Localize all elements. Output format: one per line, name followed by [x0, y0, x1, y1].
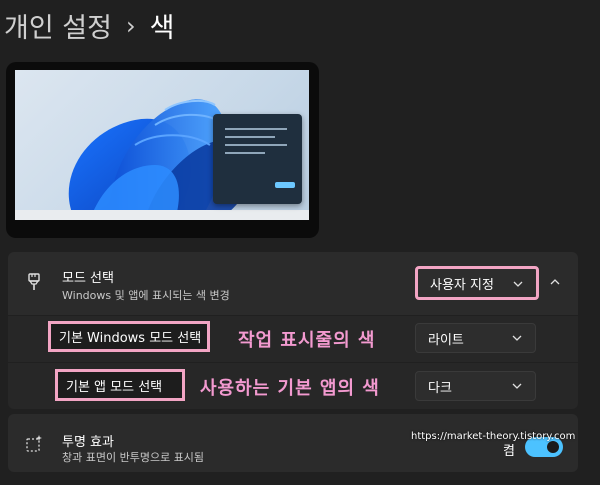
windows-mode-annotation: 작업 표시줄의 색: [238, 330, 376, 351]
chevron-down-icon: [512, 335, 522, 341]
breadcrumb-separator-icon: ›: [125, 11, 136, 40]
transparency-toggle-label: 켬: [503, 444, 515, 459]
mode-select-value: 사용자 지정: [430, 277, 494, 293]
mode-setting-card[interactable]: 모드 선택 Windows 및 앱에 표시되는 색 변경 사용자 지정: [8, 252, 578, 315]
app-mode-label: 기본 앱 모드 선택: [55, 369, 185, 401]
chevron-up-icon[interactable]: [549, 276, 561, 288]
app-mode-select[interactable]: 다크: [415, 371, 536, 401]
preview-window: [213, 114, 302, 204]
toggle-knob: [547, 441, 559, 453]
breadcrumb-parent[interactable]: 개인 설정: [4, 6, 112, 45]
watermark: https://market-theory.tistory.com: [411, 431, 576, 442]
windows-mode-label: 기본 Windows 모드 선택: [48, 321, 210, 352]
windows-mode-select[interactable]: 라이트: [415, 323, 536, 353]
mode-title: 모드 선택: [62, 271, 114, 286]
mode-select[interactable]: 사용자 지정: [415, 266, 539, 300]
chevron-down-icon: [513, 281, 523, 287]
chevron-down-icon: [512, 383, 522, 389]
transparency-title: 투명 효과: [62, 435, 114, 450]
preview-taskbar: [15, 210, 309, 220]
windows-mode-value: 라이트: [428, 332, 464, 348]
mode-description: Windows 및 앱에 표시되는 색 변경: [62, 289, 230, 302]
app-mode-value: 다크: [428, 380, 452, 396]
transparency-icon: [26, 435, 42, 452]
theme-preview: [6, 62, 319, 238]
brush-icon: [28, 273, 40, 290]
page-title: 색: [149, 13, 175, 44]
transparency-description: 창과 표면이 반투명으로 표시됨: [62, 451, 205, 464]
app-mode-annotation: 사용하는 기본 앱의 색: [200, 378, 380, 399]
breadcrumb: 개인 설정 › 색: [4, 6, 174, 45]
transparency-setting-card[interactable]: 투명 효과 창과 표면이 반투명으로 표시됨: [8, 414, 578, 472]
